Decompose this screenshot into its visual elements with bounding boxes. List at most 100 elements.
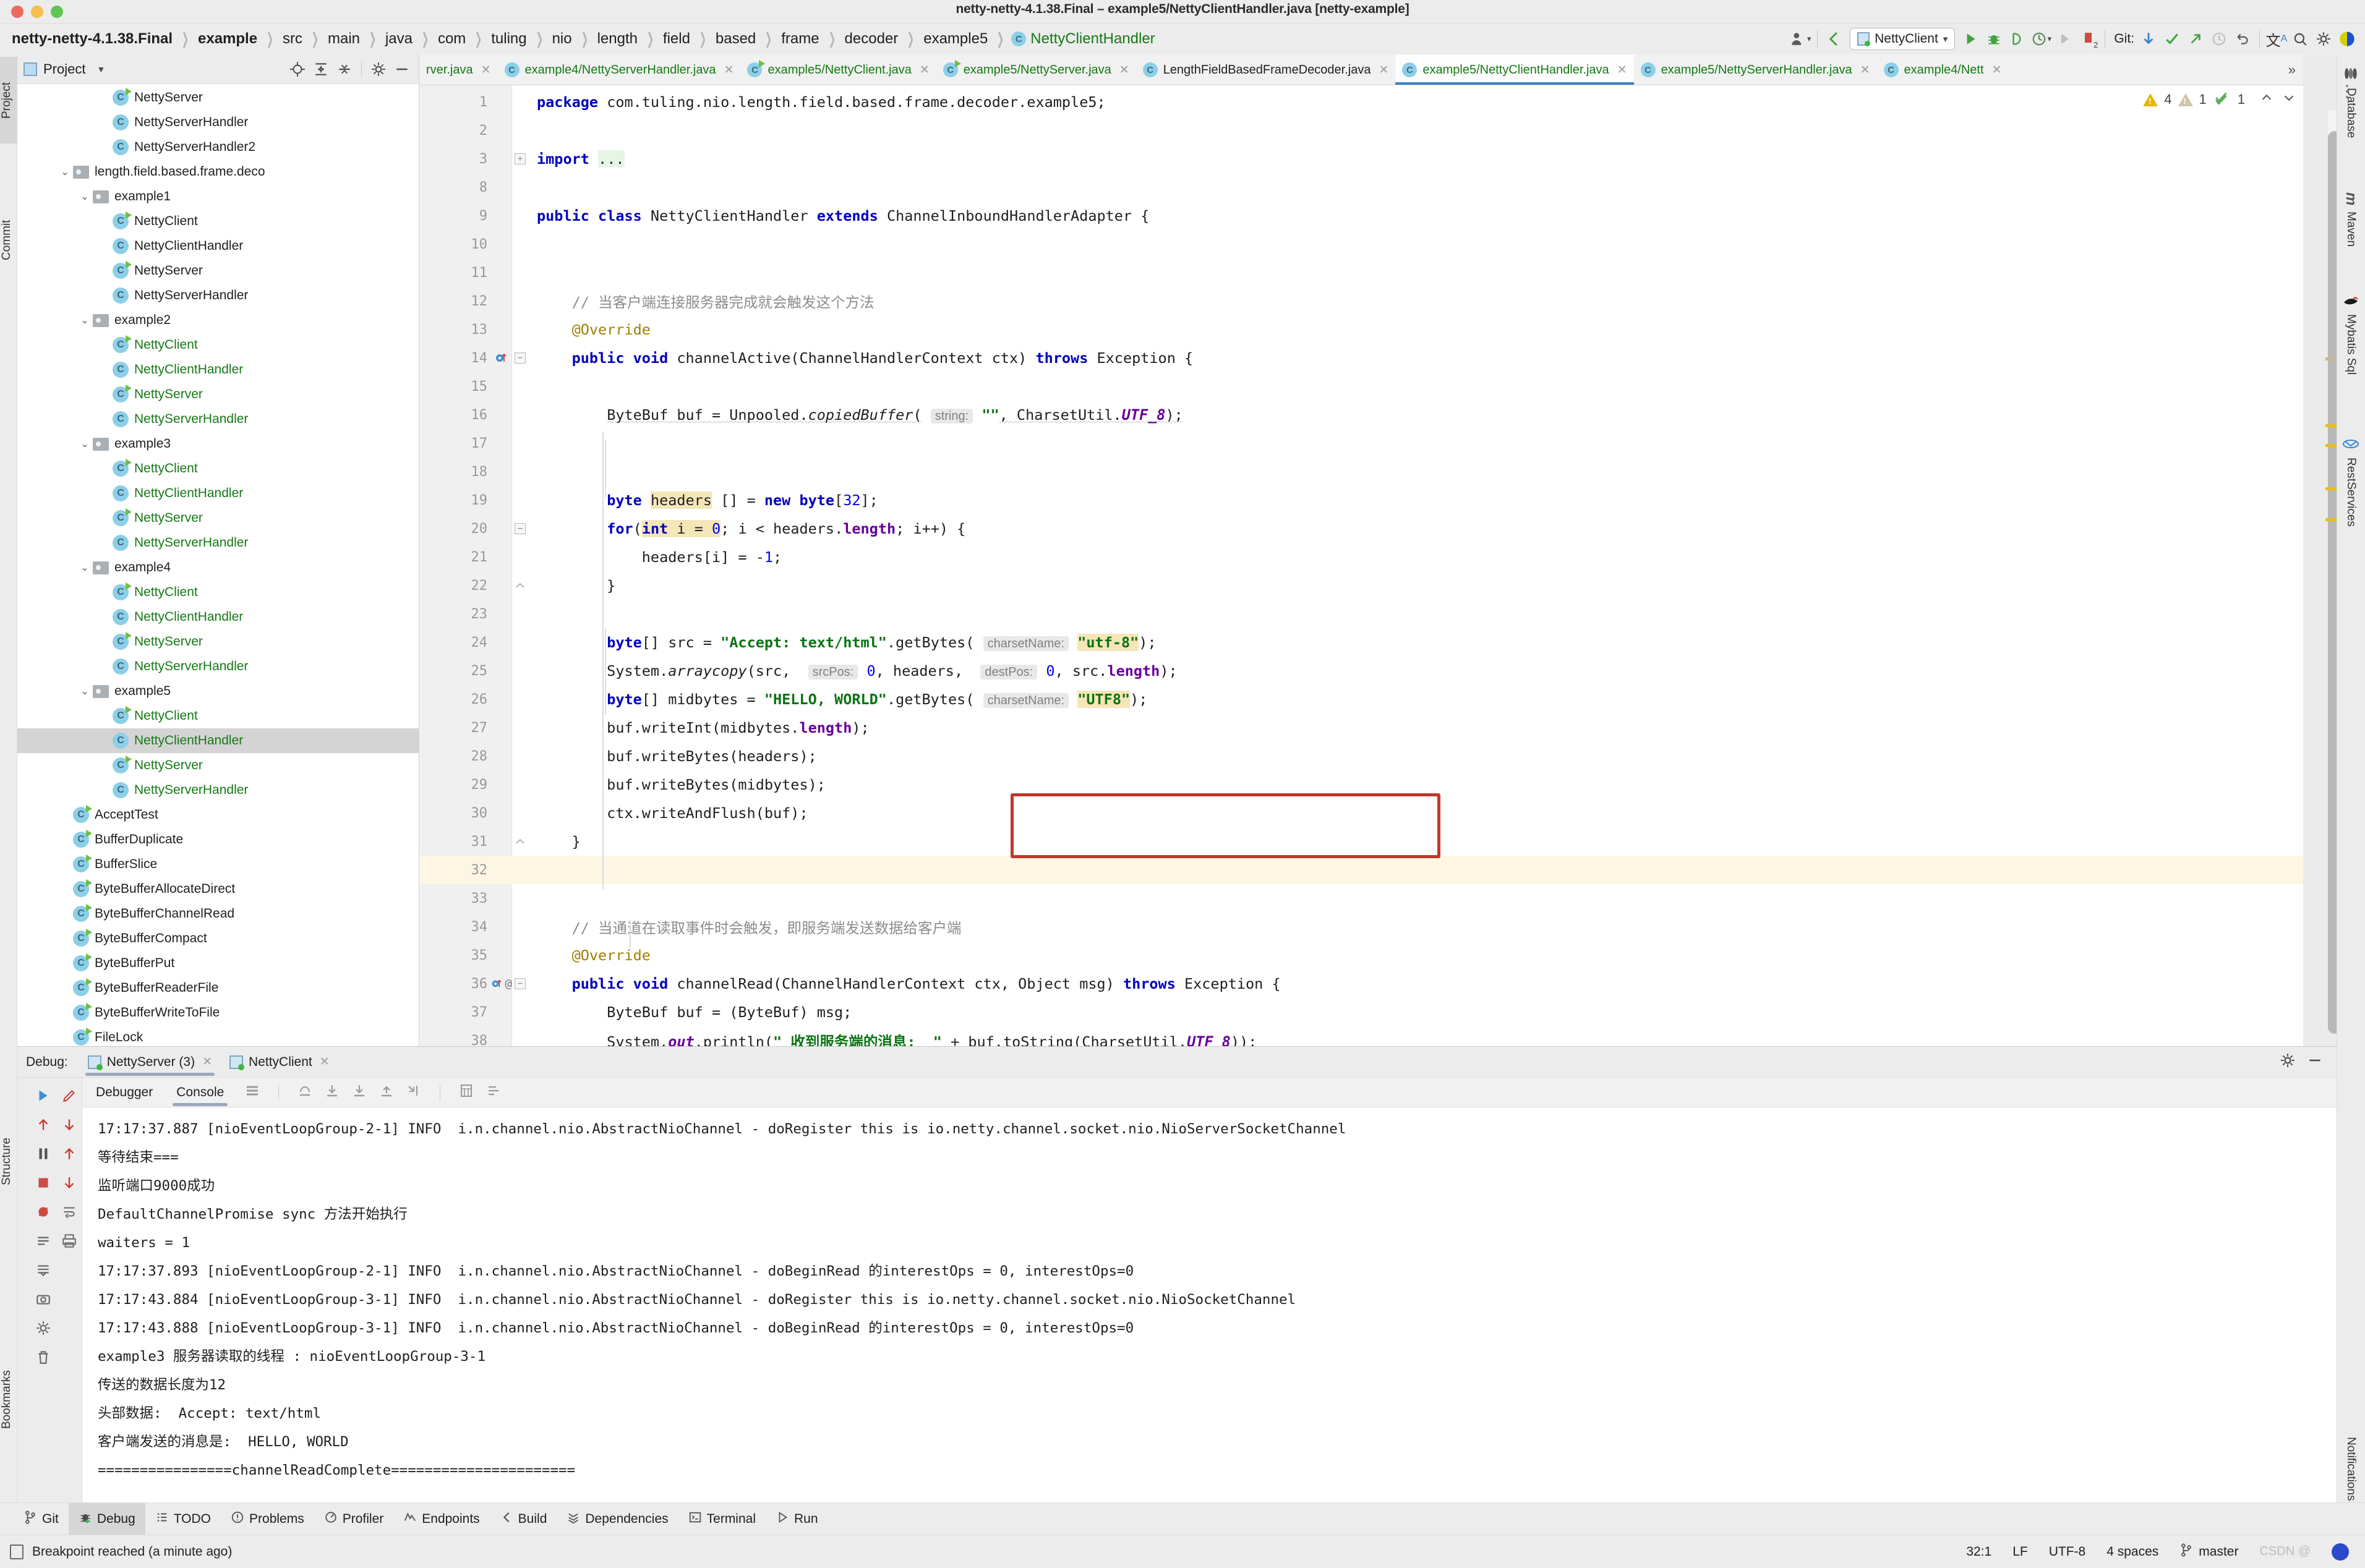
git-push-icon[interactable] bbox=[2184, 27, 2207, 51]
tree-node[interactable]: ·CBufferDuplicate bbox=[17, 827, 419, 852]
code-line[interactable]: 36@− public void channelRead(ChannelHand… bbox=[419, 969, 2303, 998]
code-line[interactable]: 3+import ... bbox=[419, 145, 2303, 173]
code-editor[interactable]: 1package com.tuling.nio.length.field.bas… bbox=[419, 85, 2303, 1046]
gear-icon[interactable] bbox=[2280, 1052, 2296, 1072]
chevron-down-icon[interactable]: ⌄ bbox=[77, 314, 93, 326]
debug-session-tab-nettyserver[interactable]: NettyServer (3) ✕ bbox=[79, 1047, 221, 1078]
indent-setting[interactable]: 4 spaces bbox=[2106, 1545, 2158, 1559]
code-line[interactable]: 38 System.out.println(" 收到服务端的消息: " + bu… bbox=[419, 1026, 2303, 1046]
rail-tab-mybatis-sql[interactable]: Mybatis Sql bbox=[2337, 289, 2365, 380]
rail-tab-project[interactable]: Project bbox=[0, 57, 17, 143]
debug-side-toolbar[interactable] bbox=[17, 1078, 82, 1519]
tool-window-button-run[interactable]: Run bbox=[766, 1503, 828, 1535]
breakpoint-icon[interactable] bbox=[491, 350, 512, 366]
debug-session-tab-nettyclient[interactable]: NettyClient ✕ bbox=[221, 1047, 338, 1078]
breadcrumb-item-length[interactable]: length bbox=[596, 30, 639, 48]
code-line[interactable]: 17 bbox=[419, 429, 2303, 458]
git-commit-icon[interactable] bbox=[2160, 27, 2184, 51]
breadcrumb-item-field[interactable]: field bbox=[661, 30, 692, 48]
soft-wrap-icon[interactable] bbox=[61, 1204, 77, 1223]
run-dimmed-icon[interactable] bbox=[2053, 27, 2076, 51]
code-line[interactable]: 33 bbox=[419, 884, 2303, 913]
tree-node[interactable]: ·CNettyServerHandler2 bbox=[17, 135, 419, 160]
code-line[interactable]: 2 bbox=[419, 116, 2303, 145]
editor-tab[interactable]: Cexample4/NettyServerHandler.java✕ bbox=[498, 54, 741, 85]
profiler-icon[interactable]: ▾ bbox=[1789, 27, 1812, 51]
code-line[interactable]: 32 bbox=[419, 856, 2303, 884]
rail-tab-restservices[interactable]: RestServices bbox=[2337, 432, 2365, 532]
tree-node[interactable]: ·CNettyClientHandler bbox=[17, 728, 419, 753]
code-line[interactable]: 21 headers[i] = -1; bbox=[419, 543, 2303, 571]
stop-icon[interactable] bbox=[35, 1175, 51, 1194]
tool-window-button-terminal[interactable]: Terminal bbox=[678, 1503, 766, 1535]
code-line[interactable]: 24 byte[] src = "Accept: text/html".getB… bbox=[419, 628, 2303, 657]
rail-tab-maven[interactable]: m Maven bbox=[2337, 187, 2365, 252]
tree-node[interactable]: ·CNettyClient bbox=[17, 580, 419, 605]
close-icon[interactable]: ✕ bbox=[1119, 63, 1129, 77]
view-breakpoints-icon[interactable] bbox=[35, 1233, 51, 1252]
expand-all-icon[interactable] bbox=[310, 59, 331, 80]
run-icon[interactable] bbox=[1959, 27, 1982, 51]
tool-window-button-debug[interactable]: Debug bbox=[69, 1503, 145, 1535]
console-output[interactable]: 17:17:37.887 [nioEventLoopGroup-2-1] INF… bbox=[83, 1107, 2337, 1518]
tree-node[interactable]: ·CNettyClient bbox=[17, 704, 419, 728]
camera-icon[interactable] bbox=[35, 1291, 51, 1310]
tree-node[interactable]: ·CNettyServer bbox=[17, 85, 419, 110]
locate-icon[interactable] bbox=[287, 59, 308, 80]
editor-tab[interactable]: Cexample5/NettyServer.java✕ bbox=[936, 54, 1136, 85]
coverage-icon[interactable]: ▾ bbox=[2029, 27, 2053, 51]
editor-tab[interactable]: Cexample4/Nett✕ bbox=[1877, 54, 2009, 85]
line-separator[interactable]: LF bbox=[2012, 1545, 2028, 1559]
code-line[interactable]: 11 bbox=[419, 258, 2303, 287]
tree-node[interactable]: ·CNettyClient bbox=[17, 333, 419, 357]
code-line[interactable]: 27 buf.writeInt(midbytes.length); bbox=[419, 714, 2303, 742]
tool-window-button-dependencies[interactable]: Dependencies bbox=[557, 1503, 678, 1535]
step-up2-icon[interactable] bbox=[61, 1146, 77, 1165]
breadcrumb-item-netty-netty-4-1-38-final[interactable]: netty-netty-4.1.38.Final bbox=[10, 30, 174, 48]
close-icon[interactable]: ✕ bbox=[481, 63, 491, 77]
git-revert-icon[interactable] bbox=[2231, 27, 2254, 51]
tree-node[interactable]: ·CNettyServerHandler bbox=[17, 407, 419, 432]
minimize-icon[interactable] bbox=[2307, 1052, 2323, 1072]
expand-fold-icon[interactable]: + bbox=[512, 153, 528, 164]
file-encoding[interactable]: UTF-8 bbox=[2049, 1545, 2086, 1559]
code-line[interactable]: 18 bbox=[419, 458, 2303, 486]
chevron-down-icon[interactable]: ▼ bbox=[96, 64, 105, 74]
collapse-fold-icon[interactable]: − bbox=[512, 978, 528, 989]
user-avatar-icon[interactable] bbox=[2335, 27, 2359, 51]
breakpoint-icon[interactable]: @ bbox=[491, 976, 512, 992]
tree-node[interactable]: ⌄example3 bbox=[17, 432, 419, 456]
rail-tab-notifications[interactable]: Notifications bbox=[2337, 1432, 2365, 1506]
breadcrumb-item-tuling[interactable]: tuling bbox=[489, 30, 528, 48]
run-to-cursor-icon[interactable] bbox=[406, 1083, 421, 1102]
tree-node[interactable]: ·CNettyClientHandler bbox=[17, 481, 419, 506]
debug-icon[interactable] bbox=[1982, 27, 2006, 51]
tree-node[interactable]: ·CNettyClientHandler bbox=[17, 605, 419, 629]
debugger-tab[interactable]: Debugger bbox=[86, 1078, 163, 1107]
code-line[interactable]: 25 System.arraycopy(src, srcPos: 0, head… bbox=[419, 657, 2303, 685]
code-line[interactable]: 10 bbox=[419, 230, 2303, 258]
tree-node[interactable]: ⌄example2 bbox=[17, 308, 419, 333]
code-line[interactable]: 1package com.tuling.nio.length.field.bas… bbox=[419, 88, 2303, 116]
code-line[interactable]: 13 @Override bbox=[419, 315, 2303, 344]
code-line[interactable]: 26 byte[] midbytes = "HELLO, WORLD".getB… bbox=[419, 685, 2303, 714]
close-icon[interactable]: ✕ bbox=[1617, 63, 1627, 77]
step-into-icon[interactable] bbox=[325, 1083, 340, 1102]
chevron-down-icon[interactable]: ⌄ bbox=[77, 685, 93, 697]
git-branch-widget[interactable]: master bbox=[2179, 1542, 2238, 1562]
editor-tab-strip[interactable]: rver.java✕Cexample4/NettyServerHandler.j… bbox=[419, 54, 2303, 85]
close-icon[interactable]: ✕ bbox=[202, 1055, 212, 1069]
tool-window-button-build[interactable]: Build bbox=[490, 1503, 557, 1535]
editor-options-icon[interactable]: ⋮ bbox=[2339, 88, 2351, 94]
code-line[interactable]: 29 buf.writeBytes(midbytes); bbox=[419, 770, 2303, 799]
chevron-down-icon[interactable]: ⌄ bbox=[77, 561, 93, 574]
tree-node[interactable]: ·CNettyServerHandler bbox=[17, 778, 419, 803]
next-problem-icon[interactable] bbox=[2281, 91, 2297, 108]
force-step-into-icon[interactable] bbox=[352, 1083, 367, 1102]
collapse-fold-icon[interactable]: − bbox=[512, 352, 528, 364]
stop-icon[interactable]: 2 bbox=[2076, 27, 2100, 51]
tree-node[interactable]: ·CNettyServerHandler bbox=[17, 283, 419, 308]
run-configuration-selector[interactable]: NettyClient ▾ bbox=[1850, 28, 1955, 50]
hide-icon[interactable] bbox=[391, 59, 413, 80]
settings-icon[interactable] bbox=[35, 1320, 51, 1339]
